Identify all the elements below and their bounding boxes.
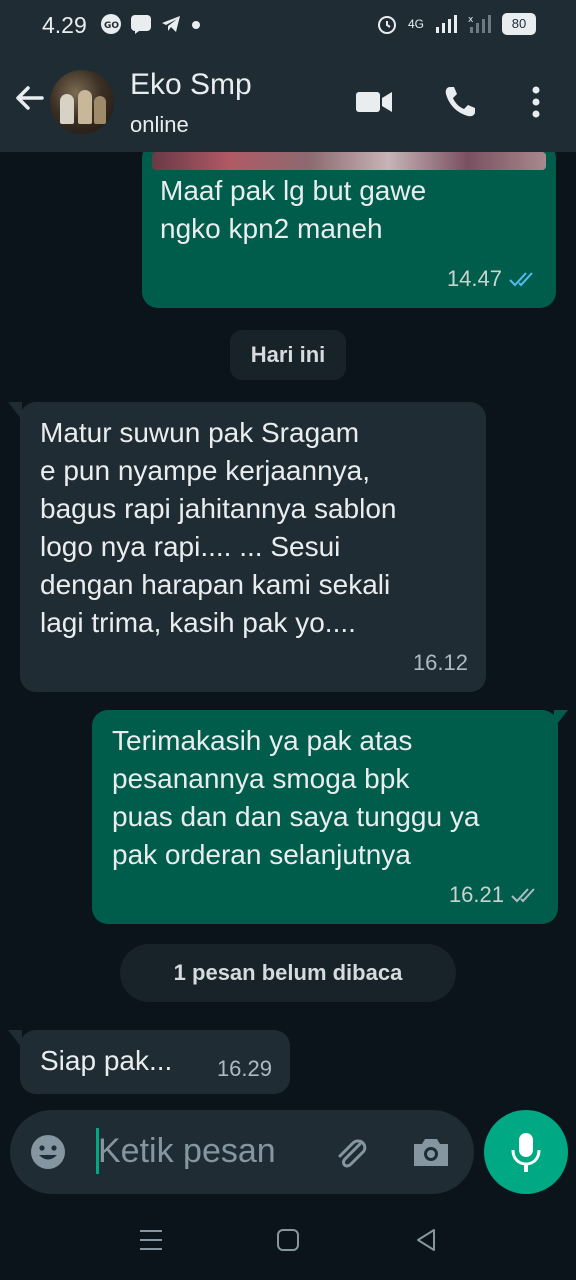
message-text-line: bagus rapi jahitannya sablon — [40, 493, 397, 524]
message-bubble-incoming[interactable]: Siap pak... 16.29 — [20, 1030, 290, 1094]
date-divider: Hari ini — [230, 330, 346, 380]
message-time: 14.47 — [446, 266, 502, 291]
signal-strength-icon — [436, 15, 457, 33]
more-options-icon[interactable] — [526, 84, 546, 120]
no-signal-icon: x — [468, 15, 491, 33]
image-thumbnail-strip — [152, 152, 546, 170]
notification-dot-icon — [192, 21, 200, 29]
home-icon[interactable] — [276, 1228, 300, 1252]
video-call-icon[interactable] — [354, 84, 394, 120]
message-text-line: pesanannya smoga bpk — [112, 763, 410, 794]
avatar[interactable] — [50, 70, 114, 134]
message-text-line: Siap pak... — [40, 1045, 173, 1076]
message-text-line: dengan harapan kami sekali — [40, 569, 391, 600]
camera-icon[interactable] — [410, 1132, 452, 1172]
read-receipt-icon — [509, 272, 533, 287]
go-app-icon: GO — [101, 14, 121, 34]
status-time: 4.29 — [42, 12, 87, 38]
message-meta: 16.21 — [449, 876, 540, 914]
message-text-line: Matur suwun pak Sragam — [40, 417, 360, 448]
message-meta: 14.47 — [447, 260, 538, 298]
message-text-line: Terimakasih ya pak atas — [112, 725, 413, 756]
status-bar: 4.29 GO 4G x 80 — [0, 0, 576, 52]
message-time: 16.12 — [412, 650, 468, 675]
unread-divider: 1 pesan belum dibaca — [120, 944, 456, 1002]
message-meta: 16.29 — [217, 1050, 272, 1088]
attach-icon[interactable] — [330, 1132, 372, 1174]
network-type-label: 4G — [407, 17, 424, 31]
message-list[interactable]: Maaf pak lg but gawe ngko kpn2 maneh 14.… — [0, 152, 576, 1200]
message-composer[interactable]: Ketik pesan — [10, 1110, 474, 1194]
message-text-line: lagi trima, kasih pak yo.... — [40, 607, 356, 638]
emoji-icon[interactable] — [28, 1132, 68, 1172]
svg-text:x: x — [468, 15, 474, 25]
message-time: 16.29 — [216, 1056, 272, 1081]
battery-icon: 80 — [502, 13, 536, 35]
message-text-line: e pun nyampe kerjaannya, — [40, 455, 370, 486]
message-time: 16.21 — [448, 882, 504, 907]
message-text-line: logo nya rapi.... ... Sesui — [40, 531, 341, 562]
message-bubble-outgoing[interactable]: Maaf pak lg but gawe ngko kpn2 maneh 14.… — [142, 152, 556, 308]
message-input[interactable]: Ketik pesan — [98, 1132, 276, 1171]
messages-app-icon — [131, 15, 151, 34]
message-text-line: ngko kpn2 maneh — [160, 213, 383, 244]
message-text-line: puas dan dan saya tunggu ya — [112, 801, 480, 832]
alarm-icon — [377, 16, 396, 34]
contact-name[interactable]: Eko Smp — [130, 68, 252, 102]
contact-status: online — [130, 112, 189, 137]
message-text-line: Maaf pak lg but gawe — [160, 175, 427, 206]
chat-header: Eko Smp online — [0, 52, 576, 152]
phone-call-icon[interactable] — [442, 84, 478, 120]
svg-text:GO: GO — [104, 21, 119, 31]
system-icons: 4G x 80 — [376, 13, 536, 35]
message-bubble-incoming[interactable]: Matur suwun pak Sragam e pun nyampe kerj… — [20, 402, 486, 692]
system-navigation-bar — [0, 1200, 576, 1280]
voice-message-button[interactable] — [484, 1110, 568, 1194]
telegram-icon — [162, 16, 180, 32]
message-meta: 16.12 — [413, 644, 468, 682]
microphone-icon — [511, 1133, 541, 1172]
back-arrow-icon[interactable] — [12, 80, 48, 116]
message-bubble-outgoing[interactable]: Terimakasih ya pak atas pesanannya smoga… — [92, 710, 558, 924]
recent-apps-icon[interactable] — [138, 1228, 164, 1252]
message-text-line: pak orderan selanjutnya — [112, 839, 411, 870]
back-nav-icon[interactable] — [414, 1228, 438, 1252]
delivered-receipt-icon — [511, 888, 535, 903]
notification-icons: GO — [100, 13, 202, 35]
